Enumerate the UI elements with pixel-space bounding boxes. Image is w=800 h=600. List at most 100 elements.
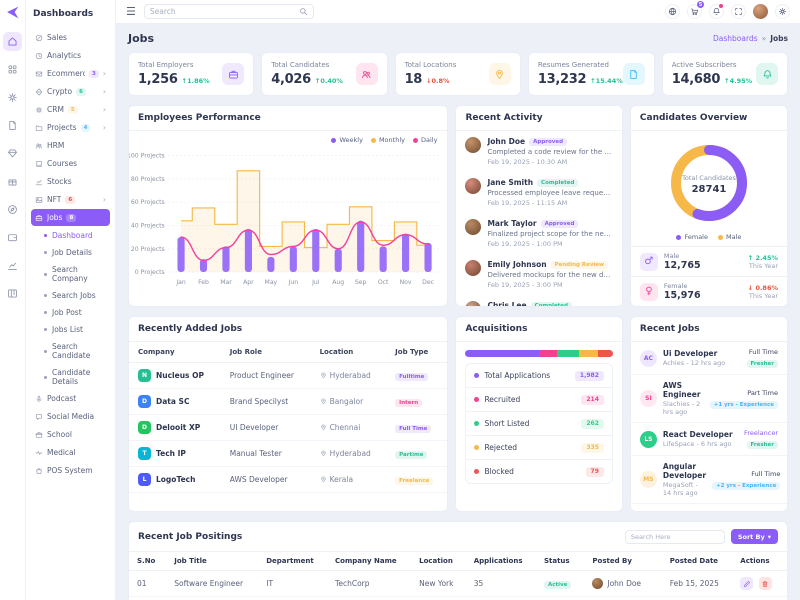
sidebar-item-pos-system[interactable]: POS System [31, 462, 110, 479]
job-title: Angular Developer [663, 462, 706, 480]
user-avatar[interactable] [753, 4, 768, 19]
sidebar-item-stocks[interactable]: Stocks [31, 173, 110, 190]
activity-item: Emily Johnson Pending Review Delivered m… [456, 254, 621, 295]
icon-rail [0, 0, 26, 600]
sidebar-subitem-search-jobs[interactable]: Search Jobs [31, 287, 110, 304]
legend-item-weekly[interactable]: Weekly [331, 136, 362, 144]
column-header: Actions [732, 552, 787, 571]
sidebar-item-nft[interactable]: NFT 6 › [31, 191, 110, 208]
stat-value: 14,680 [672, 72, 720, 87]
avatar [592, 578, 603, 589]
sidebar-item-social-media[interactable]: Social Media [31, 408, 110, 425]
breadcrumb-parent[interactable]: Dashboards [713, 34, 758, 43]
sidebar-subitem-dashboard[interactable]: Dashboard [31, 227, 110, 244]
people-icon [356, 63, 378, 85]
recent-job-item: MS Angular Developer MegaSoft - 14 hrs a… [631, 456, 787, 504]
category-dot [474, 397, 479, 402]
sort-by-button[interactable]: Sort By▾ [731, 529, 778, 544]
job-company-time: Achies - 12 hrs ago [663, 359, 725, 367]
rail-compass-icon[interactable] [3, 200, 22, 219]
svg-text:Feb: Feb [198, 279, 209, 286]
table-row: 01 Software Engineer IT TechCorp New Yor… [129, 571, 787, 597]
rail-chart-icon[interactable] [3, 256, 22, 275]
activity-item: Mark Taylor Approved Finalized project s… [456, 213, 621, 254]
legend-item-monthly[interactable]: Monthly [371, 136, 405, 144]
nft-icon [35, 196, 43, 204]
sno: 01 [129, 571, 166, 597]
rail-kanban-icon[interactable] [3, 284, 22, 303]
sidebar-item-projects[interactable]: Projects 4 › [31, 119, 110, 136]
sidebar-item-ecommerce[interactable]: Ecommerce 3 › [31, 65, 110, 82]
sidebar-item-hrm[interactable]: HRM [31, 137, 110, 154]
job-role: Brand Specilyst [221, 389, 311, 415]
notifications-bell-icon[interactable] [709, 4, 724, 19]
rail-file-icon[interactable] [3, 116, 22, 135]
delete-button[interactable] [759, 577, 772, 590]
category-count: 335 [581, 443, 604, 453]
sidebar-subitem-job-post[interactable]: Job Post [31, 304, 110, 321]
table-search-input[interactable] [631, 533, 719, 541]
company-name: Nucleus OP [156, 371, 204, 380]
cart-icon[interactable]: 5 [687, 4, 702, 19]
legend-item-daily[interactable]: Daily [413, 136, 437, 144]
sidebar-item-label: Crypto [47, 87, 72, 96]
stat-change: ↑1.86% [182, 77, 210, 85]
sidebar-item-jobs[interactable]: Jobs 8 [31, 209, 110, 226]
recent-job-item: J UI Tester Joggle - 2 days ago Full Tim… [631, 504, 787, 512]
sidebar-item-crypto[interactable]: Crypto 6 › [31, 83, 110, 100]
activity-user-name: Mark Taylor Approved [487, 219, 612, 228]
sidebar-subitem-label: Search Jobs [52, 291, 96, 300]
sidebar-item-courses[interactable]: Courses [31, 155, 110, 172]
sidebar-item-label: School [47, 430, 72, 439]
avatar [465, 178, 481, 194]
experience-badge: +1 yrs - Experience [710, 401, 778, 409]
legend-item-male[interactable]: Male [718, 233, 741, 241]
status-badge: Pending Review [551, 261, 609, 269]
job-type-badge: Full Time [395, 425, 431, 433]
sidebar-subitem-search-candidate[interactable]: Search Candidate [31, 338, 110, 364]
rail-gem-icon[interactable] [3, 144, 22, 163]
sidebar-item-crm[interactable]: CRM 5 › [31, 101, 110, 118]
job-title: AWS Engineer [663, 381, 704, 399]
company-avatar: SI [640, 390, 657, 407]
settings-gear-icon[interactable] [775, 4, 790, 19]
legend-dot [371, 138, 376, 143]
sidebar-item-label: Sales [47, 33, 67, 42]
sidebar-item-school[interactable]: School [31, 426, 110, 443]
department: HR [258, 597, 327, 600]
svg-text:May: May [265, 279, 278, 286]
table-row: DDelooit XP UI Developer Chennai Full Ti… [129, 415, 447, 441]
rail-gift-icon[interactable] [3, 172, 22, 191]
sidebar-subitem-search-company[interactable]: Search Company [31, 261, 110, 287]
location-pin-icon [320, 398, 327, 405]
global-search [144, 4, 314, 19]
hrm-icon [35, 142, 43, 150]
sidebar-item-analytics[interactable]: Analytics [31, 47, 110, 64]
sidebar-item-podcast[interactable]: Podcast [31, 390, 110, 407]
female-icon: ♀ [640, 283, 658, 301]
menu-toggle-icon[interactable]: ☰ [126, 6, 136, 17]
avatar [465, 301, 481, 307]
rail-grid-icon[interactable] [3, 60, 22, 79]
table-row: TTech IP Manual Tester Hyderabad Partime [129, 441, 447, 467]
department: IT [258, 571, 327, 597]
rail-home-icon[interactable] [3, 32, 22, 51]
edit-button[interactable] [740, 577, 753, 590]
job-time-type: Full Time [712, 470, 780, 478]
category-dot [474, 469, 479, 474]
svg-text:Jun: Jun [288, 279, 299, 286]
sidebar-subitem-job-details[interactable]: Job Details [31, 244, 110, 261]
sidebar-subitem-candidate-details[interactable]: Candidate Details [31, 364, 110, 390]
sidebar-item-sales[interactable]: Sales [31, 29, 110, 46]
fullscreen-icon[interactable] [731, 4, 746, 19]
app-logo[interactable] [5, 5, 20, 20]
language-globe-icon[interactable] [665, 4, 680, 19]
category-dot [474, 445, 479, 450]
svg-text:0 Projects: 0 Projects [135, 269, 165, 276]
sidebar-item-medical[interactable]: Medical [31, 444, 110, 461]
sidebar-subitem-jobs-list[interactable]: Jobs List [31, 321, 110, 338]
legend-item-female[interactable]: Female [676, 233, 708, 241]
rail-gear-icon[interactable] [3, 88, 22, 107]
rail-wallet-icon[interactable] [3, 228, 22, 247]
search-input[interactable] [150, 7, 299, 16]
